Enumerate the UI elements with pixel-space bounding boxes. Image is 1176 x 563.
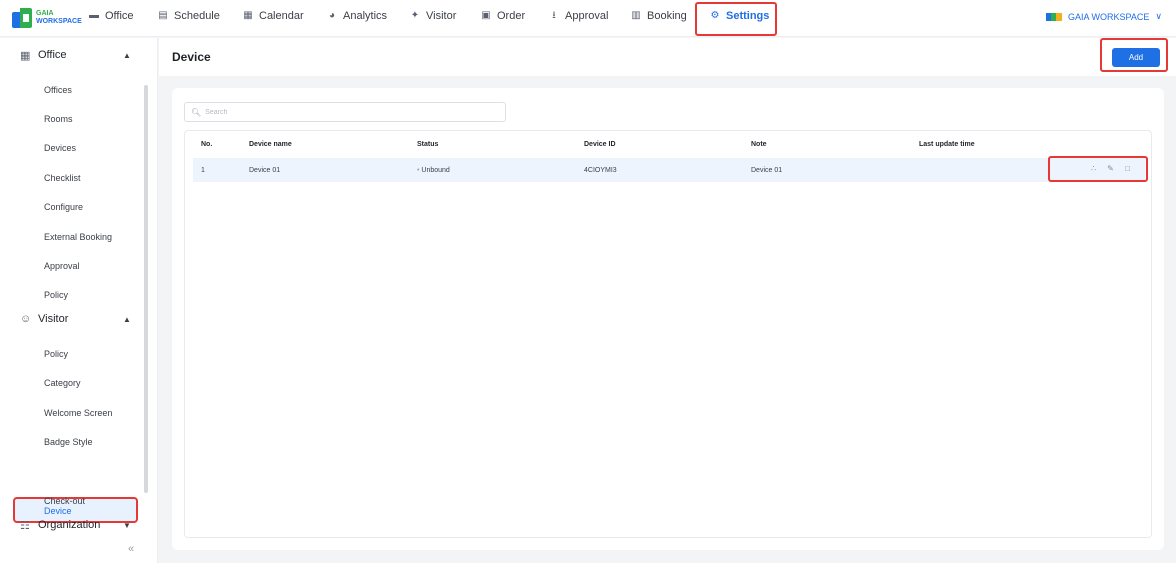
sidebar: ▦ Office ▲ Offices Rooms Devices Checkli… (0, 38, 158, 563)
search-icon: 🔍︎ (191, 107, 202, 117)
sidebar-item-visitor-policy[interactable]: Policy (44, 349, 68, 359)
calendar-icon: ▦ (243, 10, 253, 21)
cell-no: 1 (201, 167, 205, 174)
chevron-down-icon: ▼ (123, 520, 131, 530)
nav-booking[interactable]: ▥ Booking (631, 10, 687, 22)
column-header-note[interactable]: Note (751, 141, 767, 148)
approval-icon: ⭳ (552, 10, 556, 21)
office-icon: ▬ (89, 10, 99, 21)
column-header-device-name[interactable]: Device name (249, 141, 292, 148)
search-input[interactable] (205, 108, 486, 116)
column-header-status[interactable]: Status (417, 141, 438, 148)
row-actions-highlight-box (1048, 156, 1148, 182)
sidebar-item-offices[interactable]: Offices (44, 85, 72, 95)
cell-device-id: 4CIOYMI3 (584, 167, 617, 174)
add-highlight-box (1100, 38, 1168, 72)
device-panel: 🔍︎ No. Device name Status Device ID Note… (172, 88, 1164, 550)
sidebar-item-approval[interactable]: Approval (44, 261, 80, 271)
sidebar-item-rooms[interactable]: Rooms (44, 114, 73, 124)
sidebar-item-external-booking[interactable]: External Booking (44, 232, 112, 242)
cell-device-name: Device 01 (249, 167, 281, 174)
chevron-down-icon: ∨ (1155, 11, 1162, 21)
status-dot-icon: • (417, 167, 420, 174)
org-chart-icon: ☷ (20, 519, 30, 532)
nav-visitor[interactable]: ✦ Visitor (410, 10, 457, 22)
logo-mark (12, 8, 32, 28)
sidebar-item-welcome-screen[interactable]: Welcome Screen (44, 408, 112, 418)
column-header-no[interactable]: No. (201, 141, 212, 148)
column-header-last-update-time[interactable]: Last update time (919, 141, 975, 148)
workspace-switcher[interactable]: GAIA WORKSPACE ∨ (1046, 11, 1162, 22)
building-icon: ▦ (20, 49, 31, 62)
order-icon: ▣ (481, 10, 491, 21)
nav-office[interactable]: ▬ Office (89, 10, 134, 22)
sidebar-item-category[interactable]: Category (44, 378, 81, 388)
sidebar-item-check-out[interactable]: Check-out (44, 496, 85, 506)
visitor-icon: ☺ (20, 313, 32, 325)
nav-calendar[interactable]: ▦ Calendar (243, 10, 303, 22)
nav-analytics[interactable]: ◕ Analytics (327, 10, 387, 22)
workspace-logo-icon (1046, 12, 1063, 21)
chevron-up-icon: ▲ (123, 50, 131, 60)
search-box[interactable]: 🔍︎ (184, 102, 506, 122)
nav-order[interactable]: ▣ Order (481, 10, 525, 22)
top-navigation-bar: GAIA WORKSPACE ▬ Office ▤ Schedule ▦ Cal… (0, 0, 1176, 37)
page-title: Device (172, 50, 211, 64)
column-header-device-id[interactable]: Device ID (584, 141, 616, 148)
sidebar-item-configure[interactable]: Configure (44, 202, 83, 212)
schedule-icon: ▤ (158, 10, 168, 21)
sidebar-item-policy[interactable]: Policy (44, 290, 68, 300)
collapse-sidebar-icon[interactable]: « (128, 543, 134, 555)
nav-schedule[interactable]: ▤ Schedule (158, 10, 220, 22)
visitor-icon: ✦ (410, 10, 420, 21)
page-header: Device Add (159, 38, 1176, 76)
sidebar-scrollbar[interactable] (144, 85, 148, 493)
sidebar-item-devices[interactable]: Devices (44, 143, 76, 153)
gaia-workspace-logo[interactable]: GAIA WORKSPACE (12, 8, 82, 28)
sidebar-item-checklist[interactable]: Checklist (44, 173, 81, 183)
settings-highlight-box (695, 2, 777, 36)
cell-note: Device 01 (751, 167, 783, 174)
analytics-icon: ◕ (328, 10, 336, 21)
table-row[interactable]: 1 Device 01 • Unbound 4CIOYMI3 Device 01… (193, 158, 1145, 182)
device-table: No. Device name Status Device ID Note La… (184, 130, 1152, 538)
chevron-up-icon: ▲ (123, 314, 131, 324)
booking-icon: ▥ (631, 10, 641, 21)
sidebar-item-badge-style[interactable]: Badge Style (44, 437, 93, 447)
cell-status: • Unbound (417, 167, 450, 174)
nav-approval[interactable]: ⭳ Approval (549, 10, 608, 22)
